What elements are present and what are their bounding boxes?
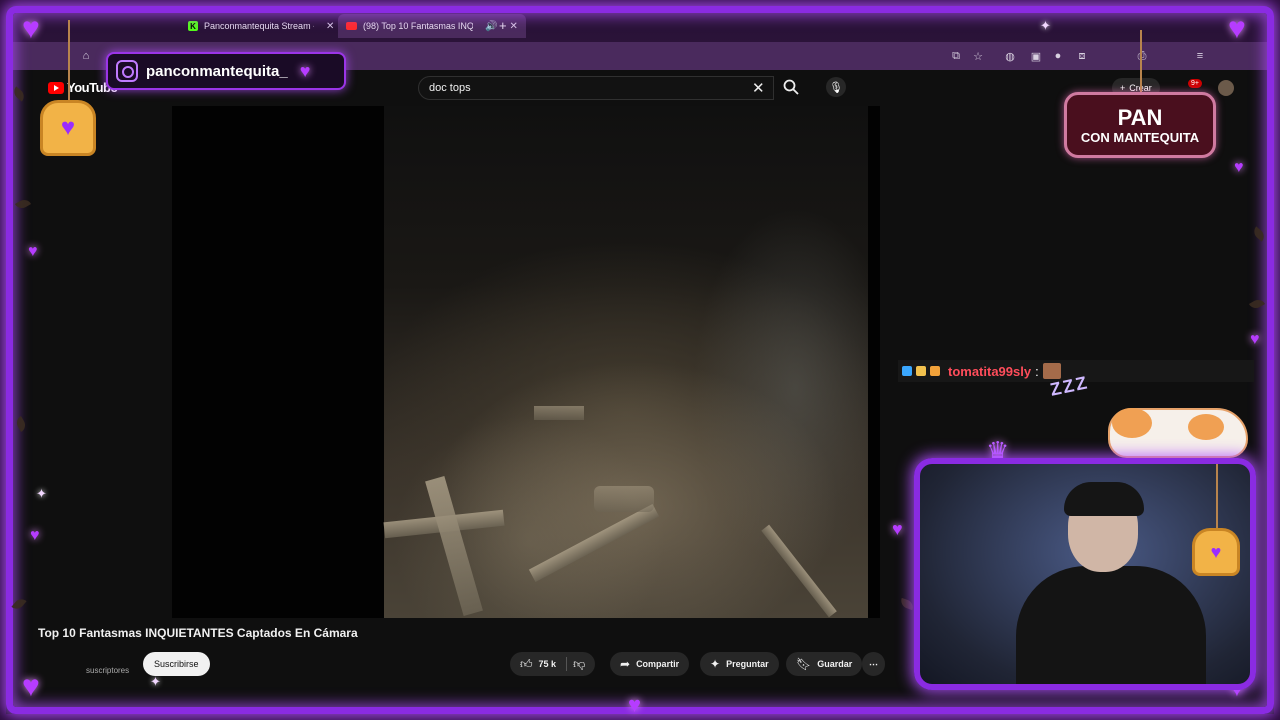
- heart-icon: ♥: [60, 114, 76, 141]
- heart-icon: ♥: [30, 527, 40, 544]
- sign-line-2: CON MANTEQUITA: [1080, 129, 1200, 145]
- pan-con-mantequita-sign: PAN CON MANTEQUITA: [1064, 92, 1216, 158]
- chat-username: tomatita99sly: [948, 363, 1032, 379]
- heart-icon: ♥: [1210, 541, 1222, 562]
- heart-icon: ♥: [892, 519, 903, 539]
- ask-label: Preguntar: [726, 659, 769, 669]
- tab-title: Panconmantequita Stream - W: [204, 21, 314, 31]
- clear-search-icon[interactable]: ✕: [752, 79, 765, 97]
- heart-icon: ♥: [1250, 331, 1260, 348]
- extension-icon[interactable]: ◍: [1002, 48, 1018, 64]
- bookmark-icon: 🔖︎: [796, 657, 812, 671]
- sparkle-icon: ✦: [710, 657, 721, 671]
- thumbs-down-icon[interactable]: 👎︎: [573, 657, 585, 672]
- browser-tabbar: K Panconmantequita Stream - W ✕ (98) Top…: [0, 0, 1280, 42]
- rope-decoration: [1140, 30, 1142, 94]
- heart-icon: ♥: [28, 243, 38, 260]
- heart-icon: ♥: [22, 670, 40, 703]
- menu-icon[interactable]: ≡: [1192, 48, 1208, 64]
- youtube-play-icon: [48, 81, 64, 94]
- share-button[interactable]: ➦ Compartir: [610, 652, 690, 676]
- video-debris: [534, 406, 584, 420]
- avatar[interactable]: [1218, 80, 1234, 96]
- home-icon[interactable]: ⌂: [78, 48, 94, 64]
- share-label: Compartir: [636, 659, 680, 669]
- video-debris: [594, 486, 654, 512]
- instagram-icon: [116, 60, 138, 82]
- puzzle-icon[interactable]: ⧈: [1074, 48, 1090, 64]
- rope-decoration: [1216, 464, 1218, 528]
- video-debris: [425, 475, 483, 617]
- youtube-icon: [346, 22, 357, 30]
- streamer-torso: [1016, 566, 1206, 684]
- streamer-webcam: [1006, 482, 1216, 684]
- sparkle-icon: ✦: [36, 486, 47, 501]
- video-frame[interactable]: [383, 106, 868, 618]
- subscribe-button[interactable]: Suscribirse: [143, 652, 210, 676]
- search-input[interactable]: doc tops: [418, 76, 774, 100]
- chat-separator: :: [1035, 363, 1039, 379]
- sparkle-icon: ✦: [150, 674, 161, 689]
- instagram-handle: panconmantequita_: [146, 62, 288, 80]
- install-icon[interactable]: ⧉: [948, 48, 964, 64]
- subscriber-count: suscriptores: [86, 666, 130, 675]
- video-title: Top 10 Fantasmas INQUIETANTES Captados E…: [38, 626, 358, 640]
- bookmark-star-icon[interactable]: ☆: [970, 48, 986, 64]
- mic-icon[interactable]: 🎙: [826, 77, 846, 97]
- instagram-badge: panconmantequita_ ♥: [106, 52, 346, 90]
- save-button[interactable]: 🔖︎ Guardar: [786, 652, 863, 676]
- cat-spot: [1112, 408, 1152, 438]
- thumbs-up-icon: 👍︎: [520, 656, 533, 671]
- toast-mascot: ♥: [40, 100, 96, 156]
- share-icon: ➦: [620, 657, 631, 671]
- more-actions-button[interactable]: ⋯: [862, 652, 885, 676]
- crown-badge-icon: [930, 366, 940, 376]
- heart-icon: ♥: [299, 61, 311, 81]
- toast-mascot: ♥: [1192, 528, 1240, 576]
- notification-badge[interactable]: 9+: [1188, 79, 1202, 88]
- speaker-icon[interactable]: 🔊: [485, 21, 497, 32]
- heart-icon: ♥: [1234, 159, 1244, 176]
- streamer-bandana: [1064, 482, 1144, 516]
- sparkle-icon: ✦: [1040, 18, 1051, 33]
- heart-icon: ♥: [1228, 12, 1246, 45]
- save-label: Guardar: [817, 659, 853, 669]
- heart-icon: ♥: [22, 12, 40, 45]
- badge-icon: [916, 366, 926, 376]
- video-debris: [528, 503, 660, 583]
- sleeping-cat-mascot: [1098, 388, 1248, 460]
- new-tab-button[interactable]: +: [499, 18, 507, 33]
- cat-spot: [1188, 414, 1224, 440]
- kick-icon: K: [188, 21, 198, 31]
- badge-icon: [902, 366, 912, 376]
- ask-button[interactable]: ✦ Preguntar: [700, 652, 779, 676]
- tab-close-icon[interactable]: ✕: [509, 21, 517, 32]
- rope-decoration: [68, 20, 70, 100]
- extension-icon[interactable]: ▣: [1028, 48, 1044, 64]
- extension-icon[interactable]: ●: [1050, 48, 1066, 64]
- heart-icon: ♥: [628, 692, 642, 717]
- print-icon[interactable]: ⎙: [1134, 48, 1150, 64]
- tab-stream[interactable]: K Panconmantequita Stream - W ✕: [180, 14, 342, 38]
- like-button[interactable]: 👍︎ 75 k 👎︎: [510, 652, 596, 676]
- tab-title: (98) Top 10 Fantasmas INQ: [363, 21, 473, 31]
- divider: [566, 657, 568, 671]
- tab-close-icon[interactable]: ✕: [326, 21, 334, 32]
- search-icon[interactable]: [782, 78, 800, 96]
- video-debris: [761, 524, 837, 618]
- like-count: 75 k: [538, 659, 557, 669]
- emote-icon: [1042, 363, 1061, 379]
- sign-line-1: PAN: [1117, 104, 1163, 130]
- tab-youtube[interactable]: (98) Top 10 Fantasmas INQ 🔊 ✕: [338, 14, 526, 38]
